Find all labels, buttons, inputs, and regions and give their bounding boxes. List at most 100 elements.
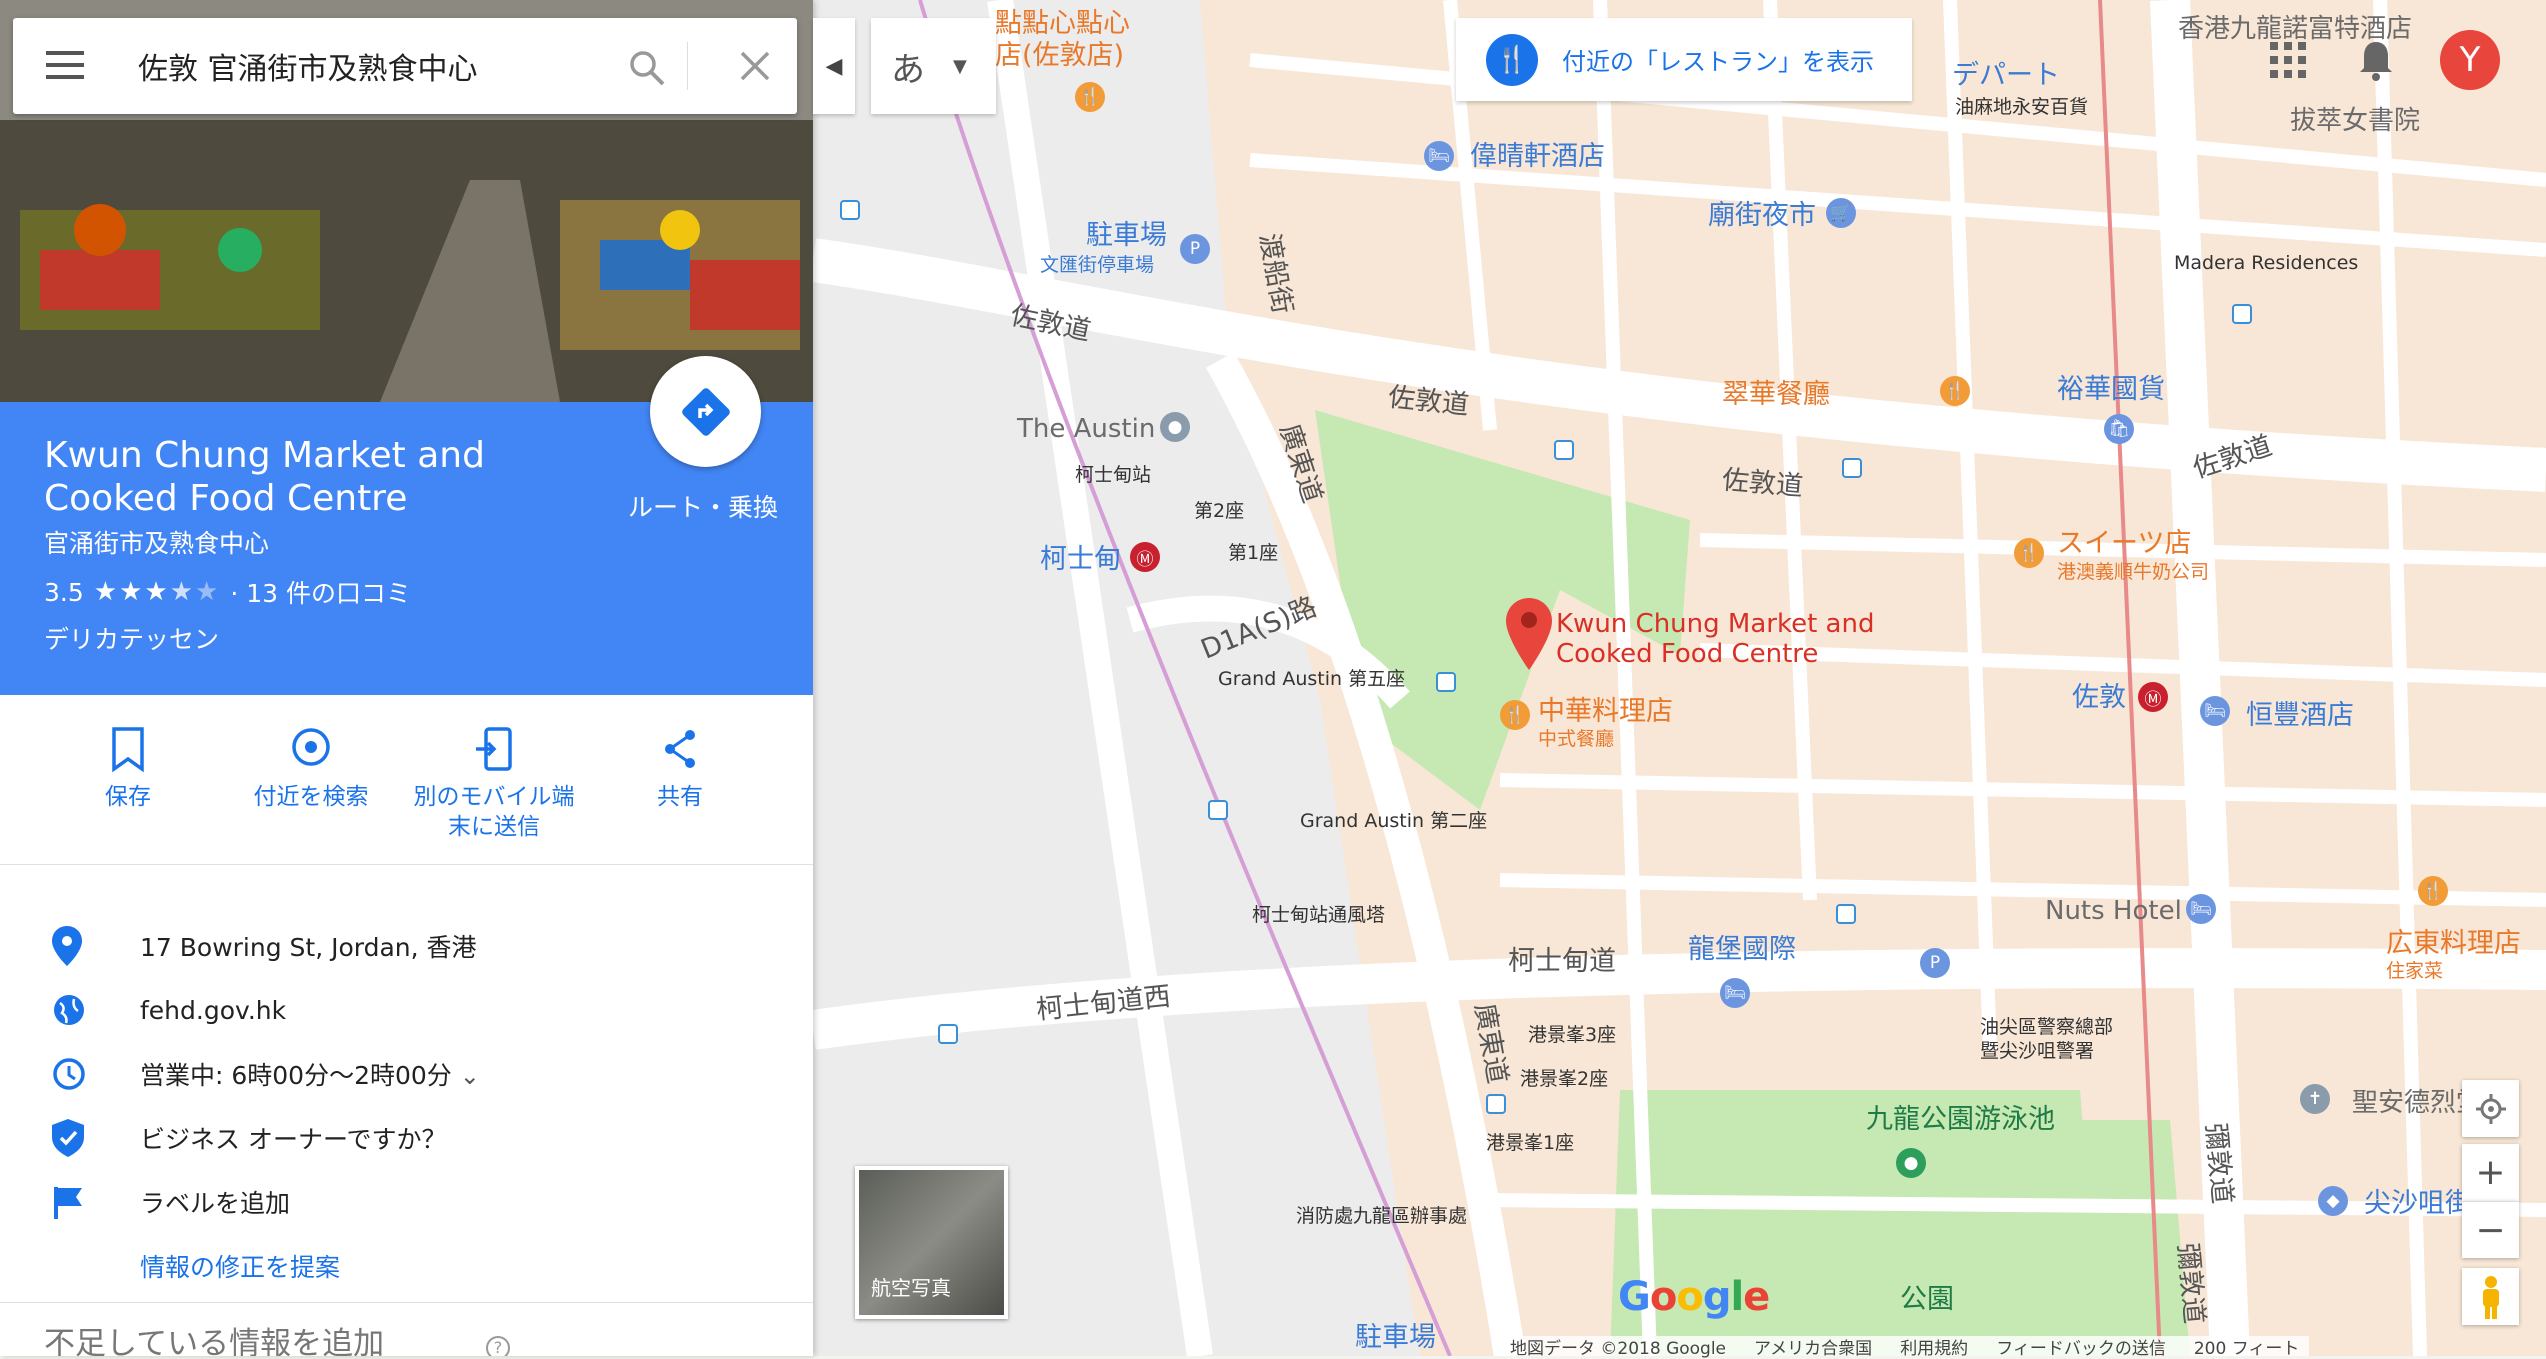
map-label-chinese[interactable]: 中華料理店: [1538, 698, 1673, 725]
map-label-dimsum[interactable]: 點點心點心: [995, 10, 1130, 37]
place-category[interactable]: デリカテッセン: [44, 620, 219, 656]
route-button[interactable]: [650, 356, 761, 467]
account-avatar[interactable]: Y: [2440, 30, 2500, 90]
label-row[interactable]: ラベルを追加: [0, 1172, 813, 1232]
search-icon[interactable]: [627, 48, 667, 88]
notification-bell-icon[interactable]: [2356, 38, 2396, 82]
address-row[interactable]: 17 Bowring St, Jordan, 香港: [0, 916, 813, 976]
shopping-bag-pin-icon[interactable]: 🛍: [2104, 414, 2134, 444]
nearby-search-button[interactable]: 付近を検索: [221, 725, 401, 813]
map-label-tst[interactable]: 尖沙咀街: [2364, 1190, 2472, 1217]
selected-place-marker-icon[interactable]: [1506, 598, 1552, 670]
bus-stop-icon[interactable]: [1486, 1094, 1506, 1114]
restaurant-pin-icon[interactable]: 🍴: [1075, 82, 1105, 112]
parking-pin-icon[interactable]: P: [1180, 234, 1210, 264]
bus-stop-icon[interactable]: [840, 200, 860, 220]
map-label-jordan-station[interactable]: 佐敦: [2072, 684, 2126, 711]
caret-down-icon: ▼: [953, 55, 967, 77]
add-missing-info[interactable]: 不足している情報を追加: [44, 1318, 384, 1356]
church-pin-icon[interactable]: ✝: [2300, 1084, 2330, 1114]
nearby-restaurants-button[interactable]: 🍴 付近の「レストラン」を表示: [1456, 18, 1912, 101]
route-label[interactable]: ルート・乗換: [628, 488, 778, 524]
zoom-in-button[interactable]: +: [2462, 1144, 2519, 1201]
region-label[interactable]: アメリカ合衆国: [1754, 1334, 1872, 1359]
bus-stop-icon[interactable]: [1836, 904, 1856, 924]
send-to-device-button[interactable]: 別のモバイル端末に送信: [404, 725, 584, 843]
help-icon[interactable]: ?: [486, 1336, 510, 1356]
park-pin-icon[interactable]: ●: [1896, 1148, 1926, 1178]
pegman-icon: [2482, 1275, 2499, 1319]
landmark-pin-icon[interactable]: ◆: [2318, 1186, 2348, 1216]
zoom-out-button[interactable]: −: [2462, 1201, 2519, 1258]
share-button[interactable]: 共有: [590, 725, 770, 813]
hotel-pin-icon[interactable]: 🛏: [1424, 141, 1454, 171]
bus-stop-icon[interactable]: [1842, 458, 1862, 478]
map-label-park[interactable]: 公園: [1900, 1286, 1954, 1313]
mtr-icon[interactable]: Ⓜ: [2138, 682, 2168, 712]
map-label-lungpo[interactable]: 龍堡國際: [1688, 936, 1796, 963]
bus-stop-icon[interactable]: [2232, 304, 2252, 324]
collapse-panel-button[interactable]: ◀: [813, 18, 855, 114]
bus-stop-icon[interactable]: [1436, 672, 1456, 692]
close-icon[interactable]: [739, 50, 771, 82]
shopping-pin-icon[interactable]: 🛒: [1826, 198, 1856, 228]
parking-pin-icon[interactable]: P: [1920, 948, 1950, 978]
map-label-selected-place[interactable]: Kwun Chung Market and Cooked Food Centre: [1556, 609, 1886, 670]
nearby-label: 付近の「レストラン」を表示: [1562, 48, 1874, 76]
map-label-hangfung[interactable]: 恒豐酒店: [2246, 702, 2354, 729]
map-label-parking[interactable]: 駐車場: [1086, 222, 1167, 249]
map-label-parking-2[interactable]: 駐車場: [1355, 1324, 1436, 1351]
bus-stop-icon[interactable]: [1554, 440, 1574, 460]
restaurant-pin-icon[interactable]: 🍴: [1940, 376, 1970, 406]
mtr-icon[interactable]: Ⓜ: [1130, 542, 1160, 572]
map-label-police-2: 暨尖沙咀警署: [1980, 1040, 2095, 1062]
chevron-left-icon: ◀: [825, 53, 843, 79]
road-label-nathan: 彌敦道: [2199, 1121, 2238, 1206]
map-label-yuehwa[interactable]: 裕華國貨: [2057, 376, 2165, 403]
apps-grid-icon[interactable]: [2268, 40, 2308, 80]
rating-row[interactable]: 3.5 ★★★★★ · 13 件の口コミ: [44, 574, 411, 610]
map-label-temple-street[interactable]: 廟街夜市: [1708, 202, 1816, 229]
website-text[interactable]: fehd.gov.hk: [140, 996, 286, 1025]
map-label-depart[interactable]: デパート: [1952, 62, 2060, 89]
place-pin-icon[interactable]: ●: [1160, 412, 1190, 442]
street-view-pegman[interactable]: [2462, 1268, 2519, 1325]
hotel-pin-icon[interactable]: 🛏: [1720, 978, 1750, 1008]
hotel-pin-icon[interactable]: 🛏: [2200, 696, 2230, 726]
chevron-down-icon[interactable]: ⌄: [460, 1062, 480, 1090]
map-label-cantonese[interactable]: 広東料理店: [2386, 930, 2521, 957]
restaurant-pin-icon[interactable]: 🍴: [2418, 876, 2448, 906]
share-icon: [665, 730, 695, 768]
hotel-pin-icon[interactable]: 🛏: [2186, 894, 2216, 924]
language-selector[interactable]: あ ▼: [871, 18, 996, 114]
map-label-dimsum2[interactable]: 店(佐敦店): [995, 42, 1124, 69]
search-input[interactable]: [138, 40, 608, 92]
suggest-edit-link[interactable]: 情報の修正を提案: [140, 1248, 340, 1284]
hours-row[interactable]: 営業中: 6時00分～2時00分 ⌄: [0, 1044, 813, 1104]
menu-icon[interactable]: [46, 51, 84, 79]
restaurant-pin-icon[interactable]: 🍴: [1500, 700, 1530, 730]
map-label-sweets[interactable]: スイーツ店: [2057, 530, 2191, 557]
send-label: 別のモバイル端末に送信: [413, 784, 575, 840]
terms-link[interactable]: 利用規約: [1900, 1334, 1968, 1359]
map-label-the-austin[interactable]: The Austin: [1017, 416, 1155, 442]
review-count[interactable]: · 13 件の口コミ: [230, 574, 411, 610]
action-bar: 保存 付近を検索 別のモバイル端末に送信 共有: [0, 695, 813, 865]
bus-stop-icon[interactable]: [1208, 800, 1228, 820]
map-label-austin-station[interactable]: 柯士甸: [1040, 546, 1121, 573]
website-row[interactable]: fehd.gov.hk: [0, 980, 813, 1040]
bus-stop-icon[interactable]: [938, 1024, 958, 1044]
restaurant-pin-icon[interactable]: 🍴: [2014, 538, 2044, 568]
scale-label[interactable]: 200 フィート: [2194, 1334, 2300, 1359]
map-label-nuts-hotel[interactable]: Nuts Hotel: [2045, 898, 2182, 924]
ime-label: あ: [891, 49, 925, 90]
my-location-button[interactable]: [2462, 1080, 2519, 1137]
map-label-pool[interactable]: 九龍公園游泳池: [1866, 1106, 2055, 1133]
feedback-link[interactable]: フィードバックの送信: [1996, 1334, 2166, 1359]
map-label-hotel2[interactable]: 偉晴軒酒店: [1470, 143, 1605, 170]
save-button[interactable]: 保存: [38, 725, 218, 813]
owner-row[interactable]: ビジネス オーナーですか？: [0, 1108, 813, 1168]
map-label-school[interactable]: 拔萃女書院: [2290, 108, 2420, 134]
aerial-view-toggle[interactable]: 航空写真: [855, 1166, 1008, 1319]
map-label-chuihua[interactable]: 翠華餐廳: [1722, 381, 1830, 408]
